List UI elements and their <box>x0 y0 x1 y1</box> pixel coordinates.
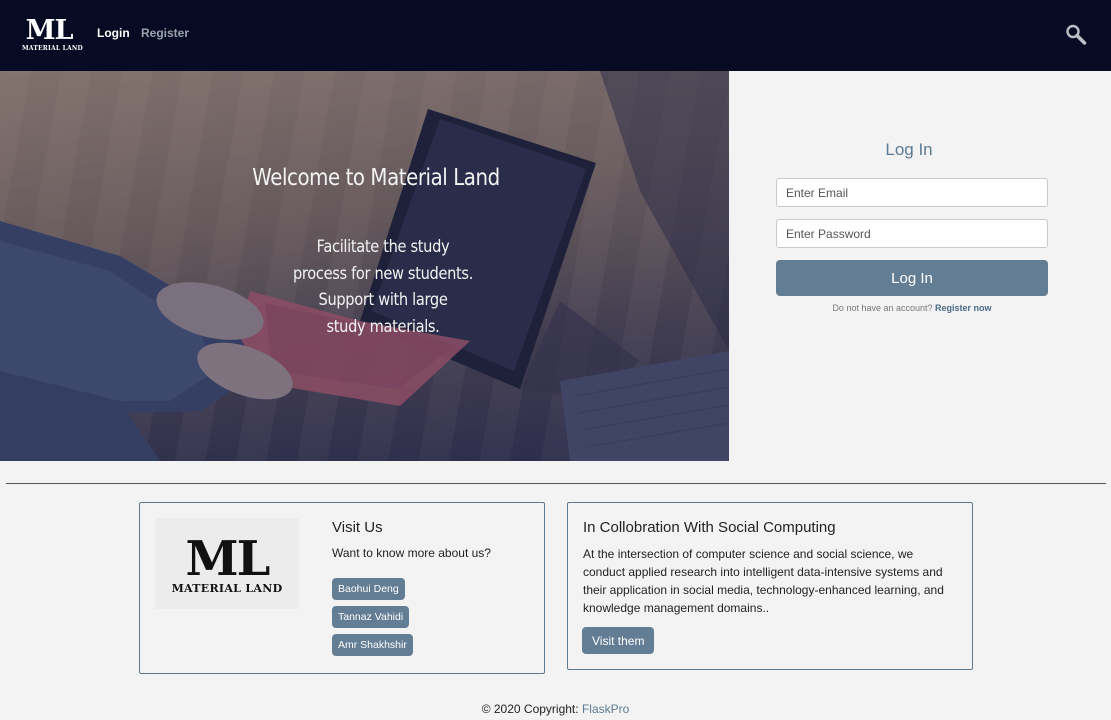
flaskpro-link[interactable]: FlaskPro <box>582 702 629 716</box>
search-icon[interactable] <box>1064 23 1088 47</box>
visit-us-text: Want to know more about us? <box>332 546 491 560</box>
no-account-text: Do not have an account? <box>832 303 933 313</box>
nav-login-link[interactable]: Login <box>97 26 130 40</box>
person-button-tannaz-vahidi[interactable]: Tannaz Vahidi <box>332 606 410 628</box>
brand-logo-mark: ML <box>25 15 74 46</box>
nav-register-link[interactable]: Register <box>141 26 189 40</box>
password-field[interactable] <box>776 219 1048 248</box>
hero-subtitle-line: Support with large <box>318 290 448 310</box>
hero-banner: Welcome to Material Land Facilitate the … <box>0 71 729 461</box>
material-land-logo: ML MATERIAL LAND <box>155 518 299 609</box>
collaboration-card: In Collobration With Social Computing At… <box>567 502 973 670</box>
collaboration-title: In Collobration With Social Computing <box>583 519 836 536</box>
register-now-link[interactable]: Register now <box>935 303 992 313</box>
hero-subtitle-line: study materials. <box>326 316 440 337</box>
hero-subtitle-line: process for new students. <box>292 263 474 284</box>
person-button-baohui-deng[interactable]: Baohui Deng <box>332 578 405 600</box>
email-field[interactable] <box>776 178 1048 207</box>
collaboration-text: At the intersection of computer science … <box>583 547 944 615</box>
logo-text: MATERIAL LAND <box>171 582 283 595</box>
hero-subtitle: Facilitate the study process for new stu… <box>54 234 713 340</box>
footer: © 2020 Copyright: FlaskPro <box>0 702 1111 716</box>
brand-logo-text: MATERIAL LAND <box>22 45 83 52</box>
person-button-amr-shakhshir[interactable]: Amr Shakhshir <box>332 634 413 656</box>
hero-title: Welcome to Material Land <box>252 165 500 191</box>
logo-mark: ML <box>185 531 271 587</box>
visit-us-card: ML MATERIAL LAND Visit Us Want to know m… <box>139 502 545 674</box>
brand-logo[interactable]: ML MATERIAL LAND <box>22 15 83 53</box>
login-title: Log In <box>885 140 933 159</box>
copyright-text: © 2020 Copyright: <box>481 702 579 716</box>
visit-us-title: Visit Us <box>332 519 383 536</box>
register-prompt: Do not have an account? Register now <box>776 303 1048 313</box>
login-button[interactable]: Log In <box>776 260 1048 296</box>
hero-subtitle-line: Facilitate the study <box>316 237 450 257</box>
navbar: ML MATERIAL LAND Login Register <box>0 0 1111 71</box>
section-divider <box>6 483 1106 484</box>
visit-them-button[interactable]: Visit them <box>582 627 655 654</box>
